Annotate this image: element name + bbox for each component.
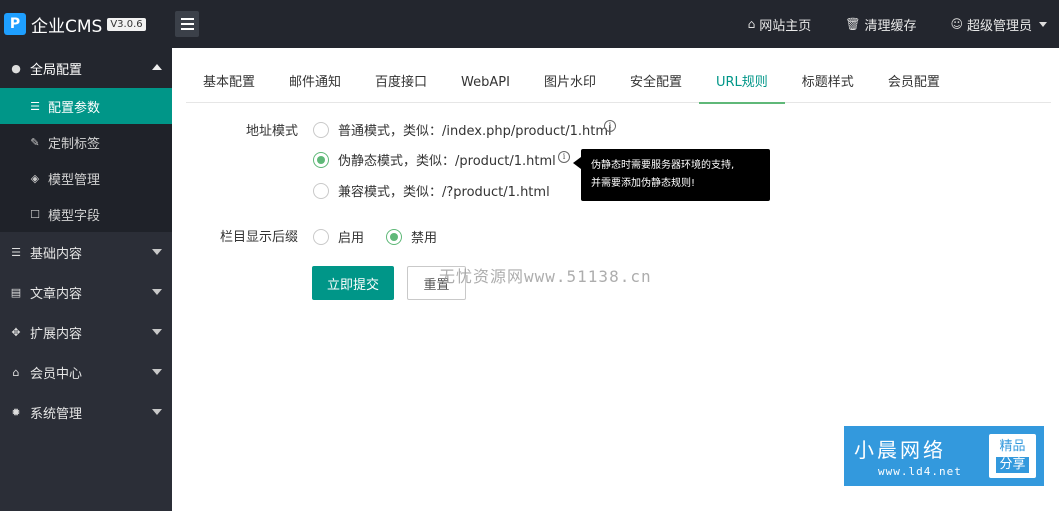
sidebar-group-extended-content[interactable]: ✥ 扩展内容: [0, 312, 172, 352]
info-icon[interactable]: i: [558, 151, 570, 163]
version-badge: V3.0.6: [107, 17, 146, 31]
promo-banner: 小晨网络 www.ld4.net 精品 分享: [844, 426, 1044, 486]
wrench-icon: ✎: [30, 135, 40, 149]
tab-title-style[interactable]: 标题样式: [785, 66, 871, 103]
radio-circle: [313, 121, 329, 138]
tab-url-rules[interactable]: URL规则: [699, 66, 785, 104]
sliders-icon: ☰: [11, 245, 21, 259]
tab-webapi[interactable]: WebAPI: [444, 66, 527, 103]
logo[interactable]: P 企业CMS V3.0.6: [0, 0, 172, 48]
tab-member[interactable]: 会员配置: [871, 66, 957, 103]
sidebar-item-model-manage[interactable]: ◈ 模型管理: [0, 160, 172, 196]
radio-pseudo-static-mode[interactable]: 伪静态模式，类似：/product/1.html: [313, 150, 556, 169]
radio-suffix-enable[interactable]: 启用: [313, 227, 364, 246]
chevron-up-icon: [152, 64, 162, 70]
config-tabs: 基本配置 邮件通知 百度接口 WebAPI 图片水印 安全配置 URL规则 标题…: [186, 66, 1051, 104]
chevron-down-icon: [1039, 21, 1047, 27]
main-content: 基本配置 邮件通知 百度接口 WebAPI 图片水印 安全配置 URL规则 标题…: [172, 48, 1059, 511]
chevron-down-icon: [152, 289, 162, 295]
chevron-down-icon: [152, 409, 162, 415]
radio-circle: [313, 228, 329, 245]
expand-icon: ✥: [11, 325, 21, 339]
user-icon: ☺: [950, 17, 963, 31]
chevron-down-icon: [152, 249, 162, 255]
menu-toggle-button[interactable]: [175, 11, 199, 37]
column-suffix-label: 栏目显示后缀: [219, 230, 298, 245]
sidebar-item-custom-tags[interactable]: ✎ 定制标签: [0, 124, 172, 160]
sidebar: ● 全局配置 ☰ 配置参数 ✎ 定制标签 ◈ 模型管理 ☐ 模型字段 ☰ 基础内…: [0, 48, 172, 511]
site-home-link[interactable]: ⌂ 网站主页: [748, 15, 812, 34]
sidebar-group-basic-content[interactable]: ☰ 基础内容: [0, 232, 172, 272]
hamburger-icon: [180, 18, 194, 20]
home-icon: ⌂: [747, 17, 756, 31]
tab-baidu[interactable]: 百度接口: [358, 66, 444, 103]
sidebar-item-model-fields[interactable]: ☐ 模型字段: [0, 196, 172, 232]
logo-mark-icon: P: [4, 13, 26, 35]
radio-circle-selected: [313, 151, 329, 168]
sidebar-group-system-manage[interactable]: ✹ 系统管理: [0, 392, 172, 432]
promo-badge: 精品 分享: [989, 434, 1036, 478]
sidebar-submenu: ☰ 配置参数 ✎ 定制标签 ◈ 模型管理 ☐ 模型字段: [0, 88, 172, 232]
url-mode-label: 地址模式: [245, 124, 298, 139]
sidebar-group-article-content[interactable]: ▤ 文章内容: [0, 272, 172, 312]
lock-icon: ⌂: [12, 365, 20, 379]
info-icon[interactable]: i: [604, 120, 616, 132]
gear-icon: ✹: [11, 405, 21, 419]
watermark-text: 无忧资源网www.51138.cn: [439, 267, 652, 286]
tab-basic[interactable]: 基本配置: [186, 66, 272, 103]
radio-circle: [313, 182, 329, 199]
top-header: P 企业CMS V3.0.6 ⌂ 网站主页 🗑 清理缓存 ☺ 超级管理员: [0, 0, 1059, 48]
sidebar-item-config-params[interactable]: ☰ 配置参数: [0, 88, 172, 124]
header-links: ⌂ 网站主页 🗑 清理缓存 ☺ 超级管理员: [748, 0, 1047, 48]
tab-security[interactable]: 安全配置: [613, 66, 699, 103]
tab-mail[interactable]: 邮件通知: [272, 66, 358, 103]
clear-cache-link[interactable]: 🗑 清理缓存: [845, 15, 916, 34]
promo-title: 小晨网络: [854, 438, 946, 462]
chevron-down-icon: [152, 329, 162, 335]
radio-suffix-disable[interactable]: 禁用: [386, 227, 437, 246]
app-name: 企业CMS: [31, 16, 103, 37]
user-menu[interactable]: ☺ 超级管理员: [950, 15, 1047, 34]
promo-url: www.ld4.net: [878, 465, 962, 478]
submit-button[interactable]: 立即提交: [312, 266, 394, 300]
file-icon: ▤: [10, 285, 22, 299]
radio-normal-mode[interactable]: 普通模式，类似：/index.php/product/1.html: [313, 120, 612, 139]
pseudo-static-tooltip: 伪静态时需要服务器环境的支持, 并需要添加伪静态规则!: [573, 149, 770, 201]
edit-icon: ☐: [30, 207, 40, 221]
radio-circle-selected: [386, 228, 402, 245]
sidebar-group-global-config[interactable]: ● 全局配置: [0, 48, 172, 88]
sidebar-group-member-center[interactable]: ⌂ 会员中心: [0, 352, 172, 392]
tab-watermark[interactable]: 图片水印: [527, 66, 613, 103]
trash-icon: 🗑: [845, 17, 861, 31]
radio-compatible-mode[interactable]: 兼容模式，类似：/?product/1.html: [313, 181, 550, 200]
cube-icon: ◈: [30, 171, 40, 185]
chevron-down-icon: [152, 369, 162, 375]
sliders-icon: ☰: [30, 99, 40, 113]
globe-icon: ●: [11, 61, 21, 75]
